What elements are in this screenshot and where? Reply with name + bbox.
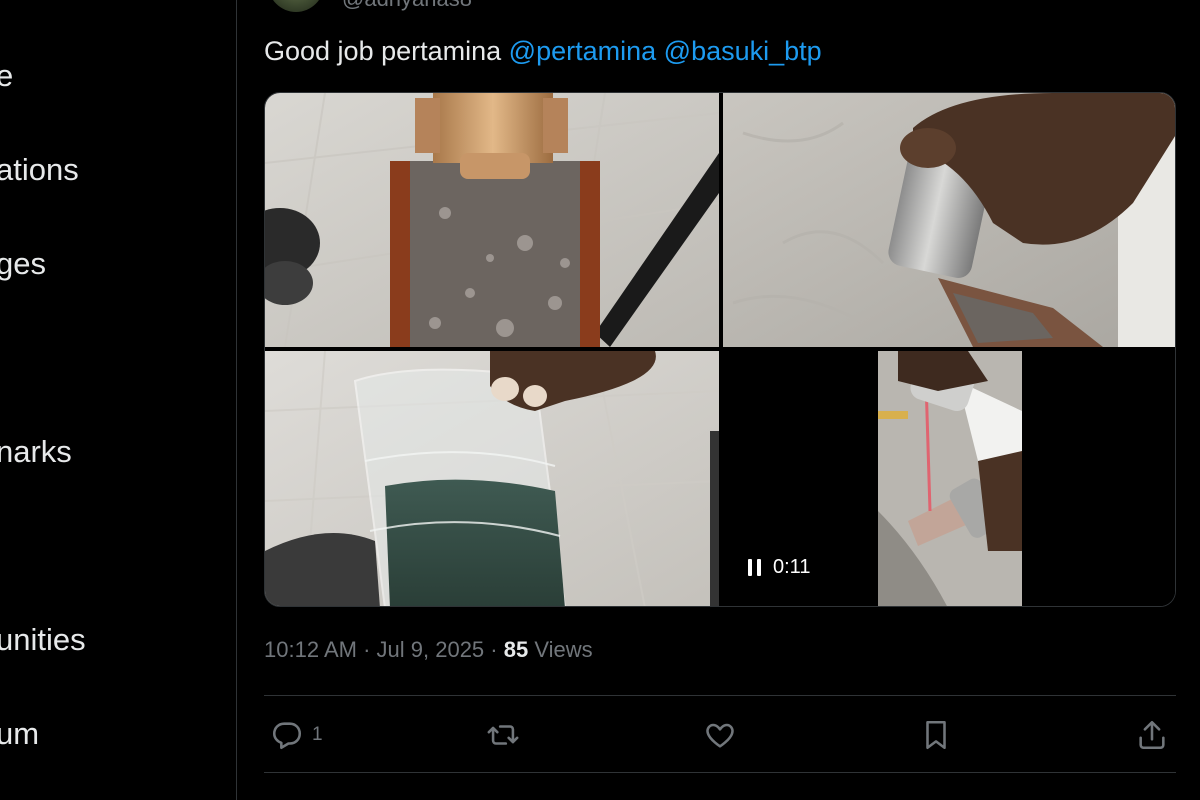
tweet-date[interactable]: Jul 9, 2025 [377, 637, 485, 662]
share-icon [1139, 720, 1165, 750]
meta-separator-2: · [490, 637, 498, 662]
like-button[interactable] [703, 712, 745, 758]
tweet-meta: 10:12 AM · Jul 9, 2025 · 85 Views [264, 637, 593, 663]
sidebar-item-bookmarks[interactable]: narks [0, 434, 72, 470]
sidebar-item-communities[interactable]: unities [0, 622, 86, 658]
mention-link-pertamina[interactable]: @pertamina [509, 36, 656, 66]
meta-separator: · [363, 637, 371, 662]
media-photo-3[interactable] [265, 351, 719, 606]
share-button[interactable] [1135, 712, 1169, 758]
reply-button[interactable]: 1 [270, 712, 323, 758]
views-label: Views [534, 637, 593, 662]
sidebar-nav: e ations ges narks unities um [0, 0, 236, 800]
repost-button[interactable] [486, 712, 528, 758]
reply-count: 1 [312, 724, 323, 745]
media-grid [264, 92, 1176, 607]
sidebar-divider [236, 0, 237, 800]
media-photo-2[interactable] [723, 93, 1175, 347]
reply-icon [272, 722, 302, 750]
pause-icon[interactable] [748, 559, 761, 576]
action-bar: 1 [264, 712, 1176, 758]
tweet-time[interactable]: 10:12 AM [264, 637, 357, 662]
bookmark-icon [926, 720, 946, 750]
page: e ations ges narks unities um @adhyanas8… [0, 0, 1200, 800]
avatar[interactable] [268, 0, 324, 12]
repost-icon [487, 725, 519, 745]
sidebar-item-notifications[interactable]: ations [0, 152, 79, 188]
views-count: 85 [503, 637, 529, 662]
divider-top [264, 695, 1176, 696]
divider-bottom [264, 772, 1176, 773]
sidebar-item-messages[interactable]: ges [0, 246, 46, 282]
sidebar-item-premium[interactable]: um [0, 716, 39, 752]
author-handle[interactable]: @adhyanas8 [342, 0, 472, 12]
video-controls: 0:11 [748, 556, 810, 579]
tweet-body: Good job pertamina [264, 36, 502, 66]
video-time: 0:11 [773, 556, 811, 578]
tweet-text: Good job pertamina @pertamina @basuki_bt… [264, 36, 822, 67]
mention-link-basuki[interactable]: @basuki_btp [664, 36, 822, 66]
media-photo-1[interactable] [265, 93, 719, 347]
bookmark-button[interactable] [919, 712, 961, 758]
heart-icon [706, 723, 734, 748]
sidebar-item-home[interactable]: e [0, 58, 13, 94]
